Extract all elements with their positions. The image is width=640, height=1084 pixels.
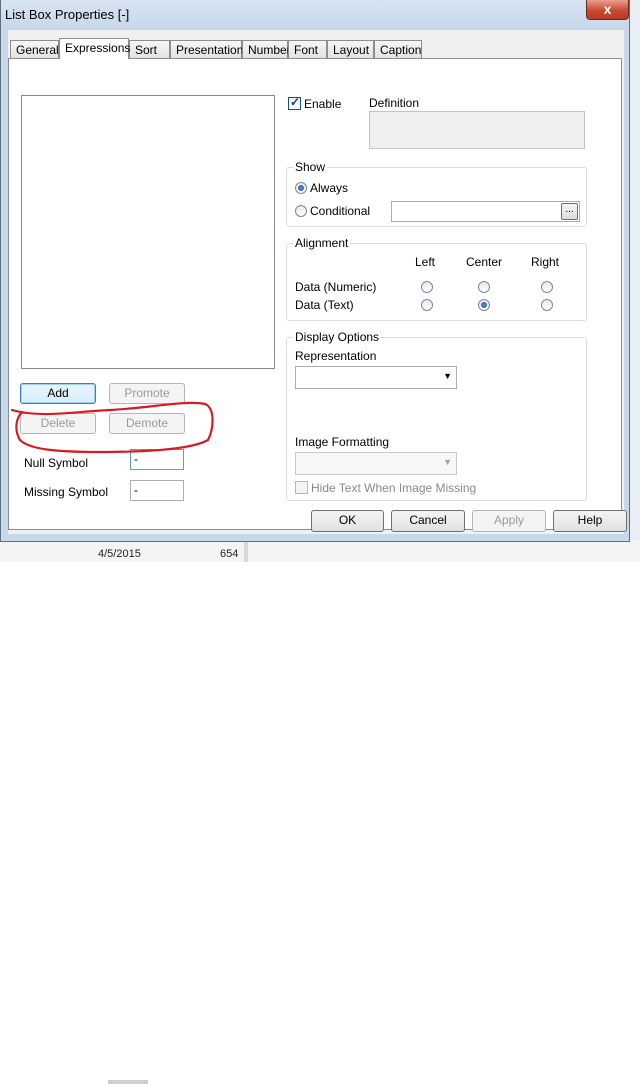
- dialog-client-area: General Expressions Sort Presentation Nu…: [8, 30, 624, 534]
- show-group-title: Show: [293, 160, 328, 174]
- tab-caption[interactable]: Caption: [374, 40, 422, 58]
- show-conditional-label: Conditional: [310, 204, 371, 218]
- image-formatting-label: Image Formatting: [295, 435, 390, 449]
- background-column-divider: [244, 540, 248, 562]
- show-group: Show Always Conditional ...: [286, 160, 587, 227]
- numeric-center-radio[interactable]: [478, 281, 490, 293]
- close-icon: x: [603, 1, 612, 17]
- chevron-down-icon: ▼: [443, 457, 452, 467]
- enable-label: Enable: [304, 97, 342, 111]
- tab-expressions[interactable]: Expressions: [59, 38, 130, 59]
- numeric-left-radio[interactable]: [421, 281, 433, 293]
- alignment-group-title: Alignment: [293, 236, 351, 250]
- alignment-left-header: Left: [415, 255, 436, 269]
- image-formatting-dropdown[interactable]: ▼: [295, 452, 457, 475]
- promote-button[interactable]: Promote: [109, 383, 185, 404]
- representation-label: Representation: [295, 349, 377, 363]
- expressions-list[interactable]: [21, 95, 275, 369]
- text-right-radio[interactable]: [541, 299, 553, 311]
- tab-presentation[interactable]: Presentation: [170, 40, 243, 58]
- hide-text-checkbox[interactable]: [295, 481, 308, 494]
- background-table-strip: [0, 540, 640, 1084]
- definition-field[interactable]: [369, 111, 585, 149]
- ok-button[interactable]: OK: [311, 510, 384, 532]
- alignment-group: Alignment Left Center Right Data (Numeri…: [286, 236, 587, 321]
- conditional-expression-input[interactable]: [391, 201, 580, 222]
- tab-font[interactable]: Font: [288, 40, 327, 58]
- show-conditional-radio[interactable]: [295, 205, 307, 217]
- missing-symbol-label: Missing Symbol: [24, 485, 109, 499]
- tab-layout[interactable]: Layout: [327, 40, 374, 58]
- help-button[interactable]: Help: [553, 510, 627, 532]
- expressions-tab-panel: Add Promote Delete Demote Null Symbol - …: [8, 58, 622, 530]
- delete-button[interactable]: Delete: [20, 413, 96, 434]
- text-center-radio[interactable]: [478, 299, 490, 311]
- alignment-center-header: Center: [466, 255, 503, 269]
- tab-general[interactable]: General: [10, 40, 59, 58]
- cancel-button[interactable]: Cancel: [391, 510, 465, 532]
- display-options-group: Display Options Representation ▼ Image F…: [286, 330, 587, 501]
- demote-button[interactable]: Demote: [109, 413, 185, 434]
- tab-number[interactable]: Number: [242, 40, 291, 58]
- definition-label: Definition: [369, 96, 420, 110]
- alignment-right-header: Right: [531, 255, 560, 269]
- add-button[interactable]: Add: [20, 383, 96, 404]
- apply-button[interactable]: Apply: [472, 510, 546, 532]
- enable-checkbox[interactable]: [288, 95, 301, 110]
- list-box-properties-dialog: List Box Properties [-] x General Expres…: [0, 0, 630, 542]
- show-always-radio[interactable]: [295, 182, 307, 194]
- close-button[interactable]: x: [586, 0, 629, 20]
- data-text-label: Data (Text): [295, 298, 354, 312]
- hide-text-label: Hide Text When Image Missing: [311, 481, 477, 495]
- data-numeric-label: Data (Numeric): [295, 280, 377, 294]
- background-date-cell: 4/5/2015: [98, 548, 141, 560]
- null-symbol-label: Null Symbol: [24, 456, 89, 470]
- display-options-title: Display Options: [293, 330, 382, 344]
- chevron-down-icon: ▼: [443, 371, 452, 381]
- text-left-radio[interactable]: [421, 299, 433, 311]
- background-header-fragment: [108, 1080, 148, 1084]
- background-value-cell: 654: [220, 548, 239, 560]
- tab-sort[interactable]: Sort: [129, 40, 170, 58]
- null-symbol-input[interactable]: -: [130, 449, 184, 470]
- missing-symbol-input[interactable]: -: [130, 480, 184, 501]
- numeric-right-radio[interactable]: [541, 281, 553, 293]
- window-title: List Box Properties [-]: [5, 7, 130, 22]
- show-always-label: Always: [310, 181, 349, 195]
- conditional-ellipsis-button[interactable]: ...: [561, 203, 578, 220]
- representation-dropdown[interactable]: ▼: [295, 366, 457, 389]
- title-bar[interactable]: List Box Properties [-] x: [1, 0, 631, 30]
